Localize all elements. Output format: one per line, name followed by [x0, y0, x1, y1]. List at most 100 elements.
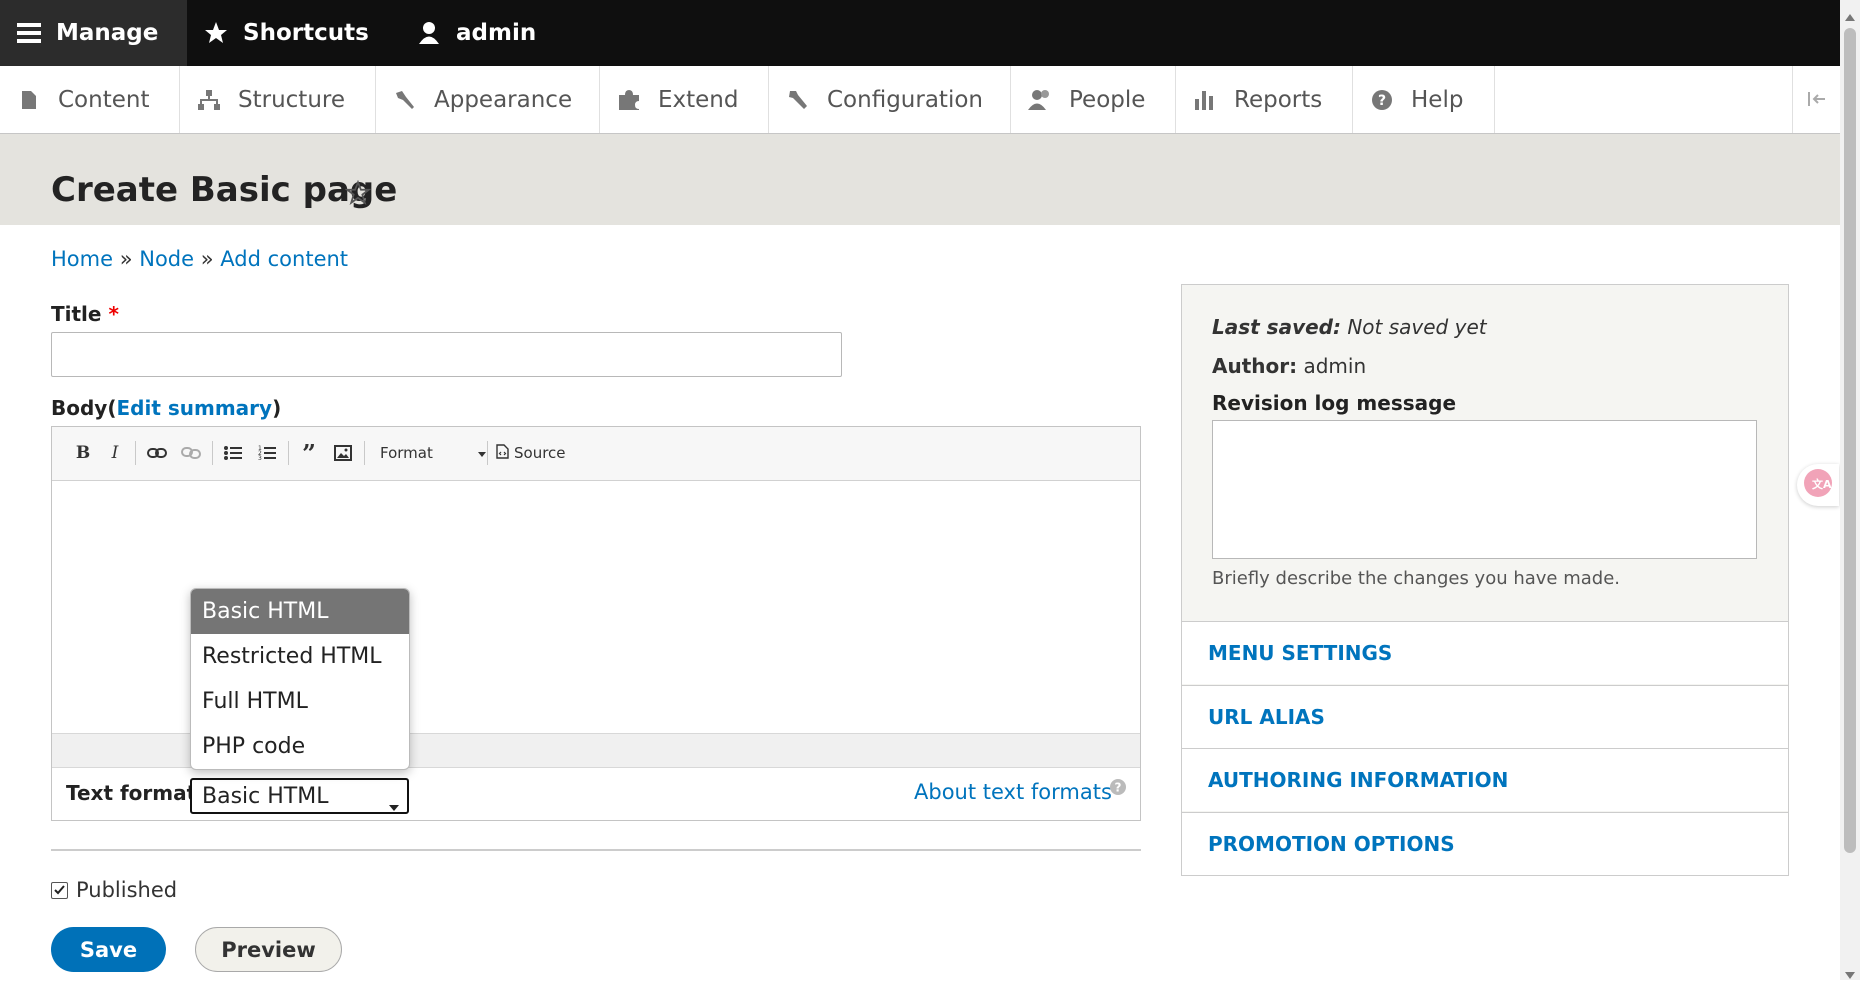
- breadcrumb-separator: »: [200, 247, 214, 271]
- body-label: Body(Edit summary): [51, 396, 282, 420]
- text-format-label: Text format: [66, 781, 197, 805]
- admin-toolbar: Manage Shortcuts admin: [0, 0, 1860, 66]
- last-saved: Last saved: Not saved yet: [1212, 315, 1487, 339]
- revision-log-label: Revision log message: [1212, 391, 1457, 415]
- paintbrush-icon: [392, 89, 418, 111]
- breadcrumb: Home » Node » Add content: [51, 247, 348, 271]
- toolbar-user[interactable]: admin: [400, 0, 536, 66]
- bar-chart-icon: [1192, 89, 1218, 111]
- help-icon[interactable]: ?: [1109, 778, 1127, 800]
- tray-item-label: Configuration: [827, 86, 983, 113]
- editor-toolbar: B I 123 ” Format Source: [52, 427, 1140, 481]
- scroll-up-icon[interactable]: [1845, 6, 1855, 25]
- toolbar-manage-label: Manage: [56, 20, 159, 46]
- image-icon[interactable]: [330, 441, 356, 465]
- title-label: Title *: [51, 302, 119, 326]
- puzzle-icon: [616, 89, 642, 111]
- format-dropdown-label: Format: [380, 444, 433, 462]
- wrench-icon: [785, 89, 811, 111]
- link-icon[interactable]: [144, 441, 170, 465]
- published-field: Published: [51, 878, 177, 902]
- save-button[interactable]: Save: [51, 927, 166, 972]
- tray-item-label: Extend: [658, 86, 739, 113]
- breadcrumb-add-content[interactable]: Add content: [220, 247, 348, 271]
- text-format-select-value: Basic HTML: [202, 783, 329, 809]
- scroll-down-icon[interactable]: [1845, 965, 1855, 984]
- tray-item-appearance[interactable]: Appearance: [376, 66, 600, 133]
- tray-orientation-toggle[interactable]: [1792, 66, 1841, 133]
- tray-item-configuration[interactable]: Configuration: [769, 66, 1011, 133]
- option-php-code[interactable]: PHP code: [191, 724, 409, 769]
- about-text-formats-link[interactable]: About text formats: [914, 780, 1112, 804]
- toolbar-shortcuts-label: Shortcuts: [243, 20, 369, 46]
- bold-icon[interactable]: B: [72, 441, 94, 465]
- menu-settings-toggle[interactable]: MENU SETTINGS: [1182, 621, 1788, 684]
- tray-item-structure[interactable]: Structure: [180, 66, 376, 133]
- option-full-html[interactable]: Full HTML: [191, 679, 409, 724]
- admin-tray: Content Structure Appearance Extend Conf…: [0, 66, 1840, 134]
- sitemap-icon: [196, 89, 222, 111]
- blockquote-icon[interactable]: ”: [296, 439, 322, 468]
- preview-button[interactable]: Preview: [195, 927, 342, 972]
- tray-item-label: Content: [58, 86, 150, 113]
- tray-item-label: Help: [1411, 86, 1464, 113]
- title-input[interactable]: [51, 332, 842, 377]
- people-icon: [1027, 89, 1053, 111]
- option-restricted-html[interactable]: Restricted HTML: [191, 634, 409, 679]
- scrollbar-thumb[interactable]: [1844, 28, 1856, 853]
- translate-extension-button[interactable]: 文A: [1797, 464, 1839, 506]
- tray-item-help[interactable]: ? Help: [1353, 66, 1495, 133]
- required-marker: *: [108, 302, 119, 326]
- text-format-select[interactable]: Basic HTML: [190, 778, 409, 814]
- svg-text:?: ?: [1115, 781, 1122, 795]
- toolbar-user-label: admin: [456, 20, 537, 46]
- last-saved-value: Not saved yet: [1347, 315, 1487, 339]
- breadcrumb-node[interactable]: Node: [139, 247, 194, 271]
- author-label: Author:: [1212, 354, 1298, 378]
- url-alias-toggle[interactable]: URL ALIAS: [1182, 685, 1788, 748]
- page-scrollbar[interactable]: [1840, 0, 1860, 980]
- edit-summary-link[interactable]: Edit summary: [116, 396, 272, 420]
- source-button[interactable]: Source: [496, 441, 576, 465]
- source-icon: [496, 443, 509, 463]
- unlink-icon: [178, 441, 204, 465]
- toolbar-shortcuts[interactable]: Shortcuts: [187, 0, 369, 66]
- published-label: Published: [76, 878, 178, 902]
- revision-log-textarea[interactable]: [1212, 420, 1757, 559]
- tray-item-content[interactable]: Content: [0, 66, 180, 133]
- revision-help-text: Briefly describe the changes you have ma…: [1212, 568, 1621, 589]
- svg-text:?: ?: [1378, 93, 1386, 109]
- tray-item-extend[interactable]: Extend: [600, 66, 769, 133]
- tray-item-people[interactable]: People: [1011, 66, 1176, 133]
- tray-item-label: Structure: [238, 86, 345, 113]
- meta-sidebar: Last saved: Not saved yet Author: admin …: [1181, 284, 1789, 876]
- last-saved-label: Last saved:: [1212, 315, 1341, 339]
- user-icon: [414, 21, 444, 45]
- author-value: admin: [1303, 354, 1367, 378]
- caret-down-icon: [478, 444, 486, 462]
- tray-item-label: Appearance: [434, 86, 573, 113]
- text-format-options: Basic HTML Restricted HTML Full HTML PHP…: [190, 588, 410, 770]
- shortcut-star-icon[interactable]: [344, 179, 372, 210]
- breadcrumb-home[interactable]: Home: [51, 247, 113, 271]
- svg-text:3: 3: [258, 455, 262, 461]
- tray-item-label: Reports: [1234, 86, 1323, 113]
- toolbar-manage[interactable]: Manage: [0, 0, 187, 66]
- translate-icon: 文A: [1803, 468, 1833, 502]
- published-checkbox[interactable]: [51, 881, 68, 899]
- italic-icon[interactable]: I: [104, 441, 126, 465]
- source-label: Source: [514, 444, 566, 462]
- caret-down-icon: [389, 793, 399, 818]
- authoring-information-toggle[interactable]: AUTHORING INFORMATION: [1182, 748, 1788, 811]
- divider: [51, 849, 1141, 851]
- collapse-left-icon: [1807, 88, 1827, 112]
- numbered-list-icon[interactable]: 123: [254, 441, 280, 465]
- hamburger-icon: [14, 22, 44, 44]
- bulleted-list-icon[interactable]: [220, 441, 246, 465]
- checkmark-icon: [54, 885, 65, 895]
- option-basic-html[interactable]: Basic HTML: [191, 589, 409, 634]
- star-icon: [201, 21, 231, 45]
- format-dropdown[interactable]: Format: [372, 441, 490, 465]
- tray-item-reports[interactable]: Reports: [1176, 66, 1353, 133]
- promotion-options-toggle[interactable]: PROMOTION OPTIONS: [1182, 812, 1788, 875]
